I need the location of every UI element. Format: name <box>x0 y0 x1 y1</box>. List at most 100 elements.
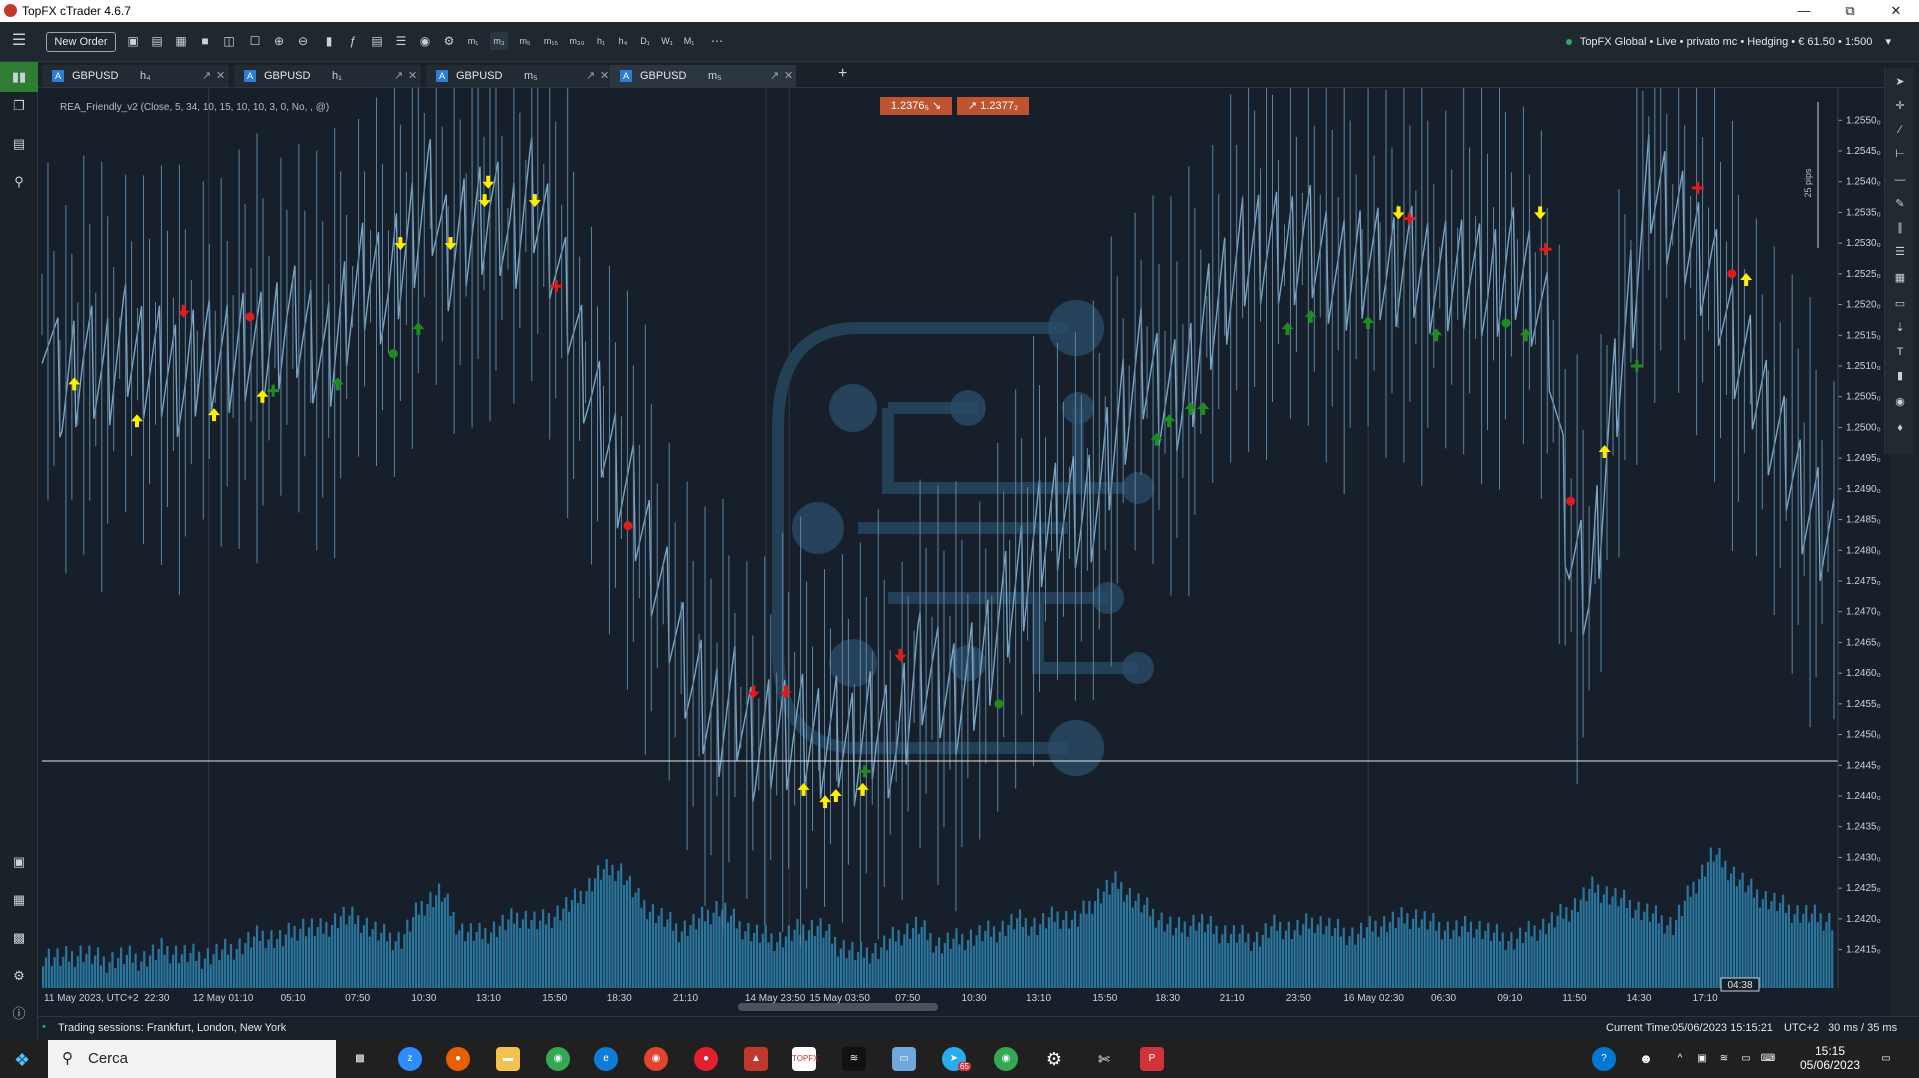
single-chart-icon[interactable]: ■ <box>196 32 214 50</box>
timeframe-m3[interactable]: m₃ <box>490 32 508 50</box>
taskbar-search[interactable]: ⚲ Cerca <box>48 1040 336 1078</box>
keyboard-icon[interactable]: ⌨ <box>1756 1047 1780 1071</box>
horizontal-scrollbar[interactable] <box>738 1003 938 1011</box>
timeframe-m15[interactable]: m₁₅ <box>542 32 560 50</box>
briefcase-icon[interactable]: ▣ <box>9 852 29 872</box>
timezone-selector[interactable]: UTC+2 <box>1784 1022 1819 1034</box>
wifi-icon[interactable]: ≋ <box>1712 1047 1736 1071</box>
copy-app-icon[interactable]: ❐ <box>9 96 29 116</box>
firefox-icon[interactable]: ● <box>446 1047 470 1071</box>
timeframe-h4[interactable]: h₄ <box>614 32 632 50</box>
pencil-icon[interactable]: ✎ <box>1892 196 1908 212</box>
fibonacci-icon[interactable]: ☰ <box>1892 244 1908 260</box>
timeframe-m30[interactable]: m₃₀ <box>568 32 586 50</box>
buy-price-button[interactable]: ↗ 1.2377₂ <box>957 97 1029 115</box>
time-axis[interactable]: 11 May 2023, UTC+2 22:30 12 May 01:10 05:10… <box>44 993 1718 1004</box>
sell-price-button[interactable]: 1.2376₅ ↘ <box>880 97 952 115</box>
file-explorer-icon[interactable]: ▬ <box>496 1047 520 1071</box>
chart-mode-icon[interactable]: ▣ <box>124 32 142 50</box>
timeframe-m5[interactable]: m₅ <box>516 32 534 50</box>
new-order-button[interactable]: New Order <box>46 32 116 52</box>
people-icon[interactable]: ☻ <box>1634 1047 1658 1071</box>
note-icon[interactable]: ▮ <box>1892 368 1908 384</box>
popout-icon[interactable]: ↗ <box>586 69 595 82</box>
horizontal-line-icon[interactable]: — <box>1892 172 1908 188</box>
tab-timeframe[interactable]: h₄ <box>140 70 151 82</box>
chart-tab-2[interactable]: A GBPUSD h₁ ↗ ✕ <box>234 65 420 87</box>
tab-timeframe[interactable]: m₅ <box>708 70 722 82</box>
rectangle-icon[interactable]: ▭ <box>1892 296 1908 312</box>
snipping-icon[interactable]: ✄ <box>1092 1047 1116 1071</box>
timeframe-mn1[interactable]: M₁ <box>680 32 698 50</box>
close-tab-icon[interactable]: ✕ <box>600 69 609 82</box>
zoom-out-icon[interactable]: ⊖ <box>294 32 312 50</box>
help-tray-icon[interactable]: ? <box>1592 1047 1616 1071</box>
restore-button[interactable]: ⧉ <box>1827 0 1873 22</box>
chart-settings-icon[interactable]: ☐ <box>246 32 264 50</box>
ray-icon[interactable]: ⊢ <box>1892 146 1908 162</box>
candlestick-icon[interactable]: ▮ <box>320 32 338 50</box>
tray-chevron-up-icon[interactable]: ^ <box>1668 1047 1692 1071</box>
chart-tab-4-active[interactable]: A GBPUSD m₅ ↗ ✕ <box>610 65 796 87</box>
chart-tab-3[interactable]: A GBPUSD m₅ ↗ ✕ <box>426 65 612 87</box>
zoom-app-icon[interactable]: z <box>398 1047 422 1071</box>
tab-timeframe[interactable]: m₅ <box>524 70 538 82</box>
battery-icon[interactable]: ▭ <box>1734 1047 1758 1071</box>
indicator-label[interactable]: REA_Friendly_v2 (Close, 5, 34, 10, 15, 1… <box>60 102 329 113</box>
trade-app-icon[interactable]: ▮▮ <box>0 62 38 92</box>
indicator-icon[interactable]: ƒ <box>344 32 362 50</box>
task-view-icon[interactable]: ▩ <box>348 1047 372 1071</box>
app-red2-icon[interactable]: ● <box>694 1047 718 1071</box>
taskbar-clock[interactable]: 15:15 05/06/2023 <box>1800 1044 1860 1072</box>
chart-config-icon[interactable]: ⚙ <box>440 32 458 50</box>
ctrader-icon[interactable]: ▲ <box>744 1047 768 1071</box>
tab-timeframe[interactable]: h₁ <box>332 70 342 82</box>
popout-icon[interactable]: ↗ <box>394 69 403 82</box>
cursor-icon[interactable]: ➤ <box>1892 74 1908 90</box>
close-tab-icon[interactable]: ✕ <box>784 69 793 82</box>
app-red-icon[interactable]: ◉ <box>644 1047 668 1071</box>
account-selector[interactable]: TopFX Global • Live • privato mc • Hedgi… <box>1565 35 1891 48</box>
automate-app-icon[interactable]: ▤ <box>9 134 29 154</box>
notification-icon[interactable]: ▭ <box>1874 1047 1898 1071</box>
arrow-down-tool-icon[interactable]: ⇣ <box>1892 320 1908 336</box>
app-p-icon[interactable]: P <box>1140 1047 1164 1071</box>
add-tab-icon[interactable]: + <box>838 65 847 83</box>
close-window-button[interactable]: ✕ <box>1873 0 1919 22</box>
close-tab-icon[interactable]: ✕ <box>216 69 225 82</box>
alert-bell-icon[interactable]: ♦ <box>1892 420 1908 436</box>
chrome-icon[interactable]: ◉ <box>546 1047 570 1071</box>
timeframe-d1[interactable]: D₁ <box>636 32 654 50</box>
close-tab-icon[interactable]: ✕ <box>408 69 417 82</box>
crosshair-icon[interactable]: ✛ <box>1892 98 1908 114</box>
wallet-icon[interactable]: ▩ <box>9 928 29 948</box>
price-axis[interactable]: 1.2550₀ 1.2545₀ 1.2540₀ 1.2535₀ 1.2530₀ 1.252… <box>1838 115 1881 956</box>
edge-icon[interactable]: e <box>594 1047 618 1071</box>
grid-tool-icon[interactable]: ▦ <box>1892 270 1908 286</box>
layers-icon[interactable]: ☰ <box>392 32 410 50</box>
layout-icon[interactable]: ▤ <box>148 32 166 50</box>
popout-icon[interactable]: ↗ <box>202 69 211 82</box>
settings-icon[interactable]: ⚙ <box>1042 1047 1066 1071</box>
deposit-icon[interactable]: ▦ <box>9 890 29 910</box>
price-chart[interactable]: 1.2550₀ 1.2545₀ 1.2540₀ 1.2535₀ 1.2530₀ 1.252… <box>38 0 1890 1016</box>
more-options-icon[interactable]: ⋯ <box>708 32 726 50</box>
notes-app-icon[interactable]: ▭ <box>892 1047 916 1071</box>
trendline-icon[interactable]: ∕ <box>1892 122 1908 138</box>
chrome2-icon[interactable]: ◉ <box>994 1047 1018 1071</box>
text-tool-icon[interactable]: T <box>1892 344 1908 360</box>
timeframe-m1[interactable]: m₁ <box>464 32 482 50</box>
minimize-button[interactable]: — <box>1781 0 1827 22</box>
hamburger-menu-icon[interactable]: ☰ <box>10 32 28 50</box>
timeframe-h1[interactable]: h₁ <box>592 32 610 50</box>
help-icon[interactable]: ⓘ <box>9 1004 29 1024</box>
chart-app-icon[interactable]: ≋ <box>842 1047 866 1071</box>
settings-gear-icon[interactable]: ⚙ <box>9 966 29 986</box>
bot-icon[interactable]: ▤ <box>368 32 386 50</box>
chart-area[interactable]: 1.2550₀ 1.2545₀ 1.2540₀ 1.2535₀ 1.2530₀ 1.252… <box>38 0 1890 1016</box>
windows-start-icon[interactable]: ❖ <box>14 1050 30 1071</box>
popout-icon[interactable]: ↗ <box>770 69 779 82</box>
eye-icon[interactable]: ◉ <box>416 32 434 50</box>
grid-layout-icon[interactable]: ▦ <box>172 32 190 50</box>
zoom-in-icon[interactable]: ⊕ <box>270 32 288 50</box>
